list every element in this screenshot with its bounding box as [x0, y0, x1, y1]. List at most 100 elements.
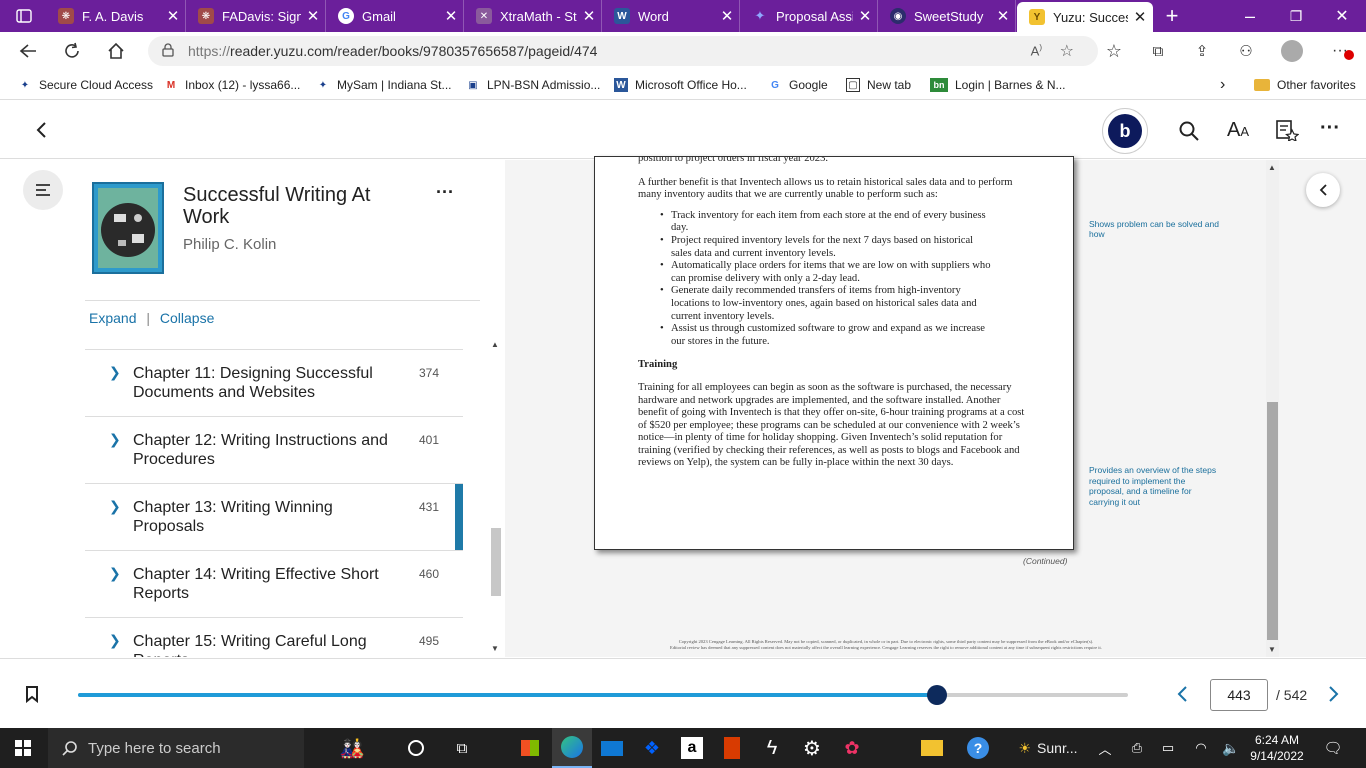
browser-tab[interactable]: G Gmail ✕: [326, 0, 464, 32]
meet-now-icon[interactable]: ⎙: [1126, 728, 1148, 768]
page-number-input[interactable]: [1210, 679, 1268, 711]
chevron-down-icon[interactable]: ❯: [109, 565, 121, 582]
close-tab-icon[interactable]: ✕: [577, 7, 601, 25]
chevron-down-icon[interactable]: ❯: [109, 498, 121, 515]
new-tab-icon[interactable]: +: [1154, 0, 1190, 32]
close-tab-icon[interactable]: ✕: [439, 7, 463, 25]
notifications-icon[interactable]: 🗨: [1316, 728, 1350, 768]
close-tab-icon[interactable]: ✕: [1128, 8, 1152, 26]
chevron-down-icon[interactable]: ❯: [109, 431, 121, 448]
file-explorer-icon[interactable]: [912, 728, 952, 768]
minimize-icon[interactable]: –: [1232, 0, 1268, 32]
bookmark-item[interactable]: bn Login | Barnes & N...: [930, 70, 1066, 100]
page-scrollbar-thumb[interactable]: [1267, 402, 1278, 640]
favorites-icon[interactable]: ☆: [1096, 32, 1132, 70]
edge-app-icon[interactable]: [552, 728, 592, 768]
next-page-icon[interactable]: [1328, 685, 1340, 708]
bookmark-item[interactable]: G Google: [768, 70, 828, 100]
other-favorites-folder[interactable]: Other favorites: [1254, 70, 1356, 100]
more-bookmarks-icon[interactable]: ›: [1220, 70, 1225, 100]
book-more-options-icon[interactable]: ···: [436, 182, 454, 203]
bookmark-item[interactable]: ▢ New tab: [846, 70, 911, 100]
task-view-icon[interactable]: ⧉: [442, 728, 482, 768]
browser-tab[interactable]: W Word ✕: [602, 0, 740, 32]
cortana-icon[interactable]: [396, 728, 436, 768]
chevron-down-icon[interactable]: ❯: [109, 632, 121, 649]
refresh-icon[interactable]: [54, 32, 90, 70]
browser-tab[interactable]: ✦ Proposal Assi ✕: [740, 0, 878, 32]
lightning-app-icon[interactable]: ϟ: [752, 728, 792, 768]
close-window-icon[interactable]: ✕: [1324, 0, 1360, 32]
bookmark-page-icon[interactable]: [25, 685, 39, 708]
extensions-icon[interactable]: ⚇: [1228, 32, 1264, 70]
bookmark-item[interactable]: ▣ LPN-BSN Admissio...: [466, 70, 600, 100]
bookmark-item[interactable]: W Microsoft Office Ho...: [614, 70, 747, 100]
mail-app-icon[interactable]: [592, 728, 632, 768]
close-tab-icon[interactable]: ✕: [161, 7, 185, 25]
office-app-icon[interactable]: [712, 728, 752, 768]
browser-tab[interactable]: ❋ F. A. Davis ✕: [46, 0, 186, 32]
sidebar-scroll-down-icon[interactable]: ▼: [491, 644, 499, 653]
close-tab-icon[interactable]: ✕: [715, 7, 739, 25]
search-icon[interactable]: [1178, 120, 1200, 147]
progress-track[interactable]: [78, 685, 1128, 705]
paint-app-icon[interactable]: ✿: [832, 728, 872, 768]
bookmarks-list-icon[interactable]: [1275, 119, 1300, 146]
clock[interactable]: 6:24 AM 9/14/2022: [1246, 728, 1308, 768]
close-tab-icon[interactable]: ✕: [853, 7, 877, 25]
profile-icon[interactable]: [1274, 32, 1310, 70]
close-tab-icon[interactable]: ✕: [991, 7, 1015, 25]
collapse-link[interactable]: Collapse: [160, 310, 214, 326]
toc-menu-button[interactable]: [23, 170, 63, 210]
chevron-down-icon[interactable]: ❯: [109, 364, 121, 381]
panel-toggle-button[interactable]: [1306, 173, 1340, 207]
back-icon[interactable]: [10, 32, 46, 70]
read-aloud-icon[interactable]: A): [1031, 43, 1042, 58]
sidebar-scrollbar-thumb[interactable]: [491, 528, 501, 596]
page-scroll-down-icon[interactable]: ▼: [1268, 645, 1276, 654]
chapter-item[interactable]: ❯ Chapter 14: Writing Effective Short Re…: [85, 550, 463, 617]
close-tab-icon[interactable]: ✕: [301, 7, 325, 25]
sidebar-scroll-up-icon[interactable]: ▲: [491, 340, 499, 349]
bookmark-item[interactable]: ✦ Secure Cloud Access: [18, 70, 153, 100]
browser-tab[interactable]: ❋ FADavis: Sign ✕: [186, 0, 326, 32]
wifi-icon[interactable]: ◠: [1190, 728, 1212, 768]
chapter-item[interactable]: ❯ Chapter 11: Designing Successful Docum…: [85, 349, 463, 416]
bookmark-item[interactable]: ✦ MySam | Indiana St...: [316, 70, 452, 100]
share-icon[interactable]: ⇪: [1184, 32, 1220, 70]
avatar[interactable]: b: [1102, 108, 1148, 154]
weather-widget[interactable]: ☀ Sunr...: [1006, 728, 1090, 768]
collections-icon[interactable]: ⧉: [1140, 32, 1176, 70]
browser-tab[interactable]: ✕ XtraMath - St ✕: [464, 0, 602, 32]
url-bar[interactable]: https://reader.yuzu.com/reader/books/978…: [148, 36, 1098, 66]
bookmark-item[interactable]: M Inbox (12) - lyssa66...: [164, 70, 301, 100]
more-options-icon[interactable]: ···: [1320, 117, 1340, 140]
help-app-icon[interactable]: ?: [958, 728, 998, 768]
page-scroll-up-icon[interactable]: ▲: [1268, 163, 1276, 172]
dropbox-app-icon[interactable]: ❖: [632, 728, 672, 768]
store-app-icon[interactable]: [510, 728, 550, 768]
chapter-item[interactable]: ❯ Chapter 12: Writing Instructions and P…: [85, 416, 463, 483]
progress-slider-handle[interactable]: [926, 685, 947, 705]
tab-actions-icon[interactable]: [6, 0, 42, 32]
search-highlight-icon[interactable]: 🎎: [312, 728, 392, 768]
settings-more-icon[interactable]: ···: [1322, 32, 1358, 70]
amazon-app-icon[interactable]: a: [672, 728, 712, 768]
expand-link[interactable]: Expand: [89, 310, 136, 326]
show-hidden-icons-icon[interactable]: ︿: [1094, 728, 1116, 768]
windows-start-icon[interactable]: [0, 728, 46, 768]
volume-icon[interactable]: 🔈: [1220, 728, 1242, 768]
reader-back-icon[interactable]: [28, 117, 54, 143]
chapter-item[interactable]: ❯ Chapter 15: Writing Careful Long Repor…: [85, 617, 463, 657]
browser-tab-active[interactable]: Y Yuzu: Success ✕: [1017, 2, 1153, 32]
chapter-item-active[interactable]: ❯ Chapter 13: Writing Winning Proposals …: [85, 483, 463, 551]
battery-icon[interactable]: ▭: [1156, 728, 1180, 768]
add-favorite-icon[interactable]: ☆: [1060, 41, 1074, 61]
previous-page-icon[interactable]: [1176, 685, 1188, 708]
taskbar-search-box[interactable]: Type here to search: [48, 728, 304, 768]
text-size-icon[interactable]: AA: [1227, 119, 1249, 142]
restore-icon[interactable]: ❐: [1278, 0, 1314, 32]
home-icon[interactable]: [98, 32, 134, 70]
browser-tab[interactable]: ◉ SweetStudy ✕: [878, 0, 1016, 32]
settings-app-icon[interactable]: ⚙: [792, 728, 832, 768]
